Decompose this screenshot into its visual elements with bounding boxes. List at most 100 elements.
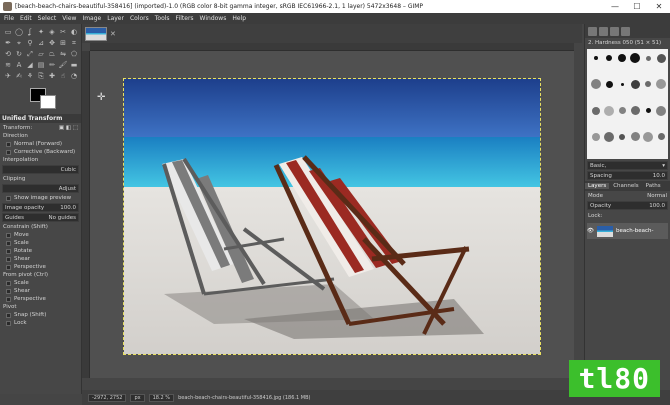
brush-item[interactable] [629, 78, 641, 90]
brush-item[interactable] [603, 78, 615, 90]
ink-icon[interactable]: ✍ [14, 71, 24, 81]
foreground-select-icon[interactable]: ◐ [69, 27, 79, 37]
flip-icon[interactable]: ⇋ [58, 49, 68, 59]
clone-icon[interactable]: ⎘ [36, 71, 46, 81]
interpolation-select[interactable]: Cubic [2, 165, 79, 174]
eraser-icon[interactable]: ▬ [69, 60, 79, 70]
brush-item[interactable] [603, 131, 615, 143]
mypaint-brush-icon[interactable]: ⚘ [25, 71, 35, 81]
guides-select[interactable]: Guides No guides [2, 213, 79, 222]
brush-item[interactable] [642, 105, 654, 117]
brush-preset-select[interactable]: Basic, ▾ [587, 161, 668, 170]
pivot-scale-checkbox[interactable]: Scale [0, 279, 81, 287]
color-select-icon[interactable]: ◈ [47, 27, 57, 37]
free-select-icon[interactable]: ʆ [25, 27, 35, 37]
fuzzy-select-icon[interactable]: ✦ [36, 27, 46, 37]
close-tab-icon[interactable]: ✕ [110, 30, 116, 38]
zoom-select[interactable]: 18.2 % [148, 393, 175, 402]
direction-corrective-radio[interactable]: Corrective (Backward) [0, 148, 81, 156]
move-icon[interactable]: ✥ [47, 38, 57, 48]
brush-item[interactable] [655, 105, 667, 117]
align-icon[interactable]: ⊞ [58, 38, 68, 48]
document-history-tab-icon[interactable] [621, 26, 630, 36]
pencil-icon[interactable]: ✏ [47, 60, 57, 70]
menu-filters[interactable]: Filters [176, 15, 194, 22]
constrain-perspective-checkbox[interactable]: Perspective [0, 263, 81, 271]
menu-colors[interactable]: Colors [130, 15, 149, 22]
gradient-icon[interactable]: ▤ [36, 60, 46, 70]
brush-item[interactable] [629, 131, 641, 143]
text-icon[interactable]: A [14, 60, 24, 70]
transform-mode-icons[interactable]: ▣ ◧ ⬚ [59, 125, 78, 131]
brush-item[interactable] [616, 105, 628, 117]
opacity-slider[interactable]: Opacity 100.0 [587, 201, 668, 210]
unified-transform-icon[interactable]: ⟲ [3, 49, 13, 59]
smudge-icon[interactable]: ☝ [58, 71, 68, 81]
brush-item[interactable] [655, 52, 667, 64]
brush-item[interactable] [642, 52, 654, 64]
pivot-shear-checkbox[interactable]: Shear [0, 287, 81, 295]
paintbrush-icon[interactable]: 🖌 [58, 60, 68, 70]
unit-select[interactable]: px [130, 393, 145, 402]
bucket-fill-icon[interactable]: ◢ [25, 60, 35, 70]
pivot-perspective-checkbox[interactable]: Perspective [0, 295, 81, 303]
beach-chairs-image[interactable] [123, 78, 541, 355]
heal-icon[interactable]: ✚ [47, 71, 57, 81]
spacing-slider[interactable]: Spacing 10.0 [587, 171, 668, 180]
image-tab-thumbnail[interactable] [85, 26, 107, 41]
brush-item[interactable] [655, 78, 667, 90]
warp-icon[interactable]: ≋ [3, 60, 13, 70]
lock-checkbox[interactable]: Lock [0, 319, 81, 327]
constrain-scale-checkbox[interactable]: Scale [0, 239, 81, 247]
menu-layer[interactable]: Layer [107, 15, 124, 22]
color-picker-icon[interactable]: ⌖ [14, 38, 24, 48]
layer-item[interactable]: 👁 beach-beach- [587, 223, 668, 239]
constrain-rotate-checkbox[interactable]: Rotate [0, 247, 81, 255]
brush-item[interactable] [616, 131, 628, 143]
clipping-select[interactable]: Adjust [2, 184, 79, 193]
fonts-tab-icon[interactable] [610, 26, 619, 36]
brush-item[interactable] [642, 78, 654, 90]
menu-file[interactable]: File [4, 15, 14, 22]
dodge-burn-icon[interactable]: ◔ [69, 71, 79, 81]
tab-paths[interactable]: Paths [643, 183, 664, 189]
background-color-swatch[interactable] [40, 95, 56, 109]
horizontal-ruler[interactable] [90, 43, 574, 51]
constrain-shear-checkbox[interactable]: Shear [0, 255, 81, 263]
scissors-icon[interactable]: ✂ [58, 27, 68, 37]
perspective-icon[interactable]: ⏢ [47, 49, 57, 59]
maximize-button[interactable]: ☐ [626, 2, 648, 11]
brush-item[interactable] [629, 105, 641, 117]
brush-item[interactable] [590, 105, 602, 117]
tab-layers[interactable]: Layers [585, 183, 610, 189]
show-preview-checkbox[interactable]: Show image preview [0, 194, 81, 202]
paths-icon[interactable]: ✒ [3, 38, 13, 48]
menu-help[interactable]: Help [232, 15, 246, 22]
brush-item[interactable] [655, 131, 667, 143]
rect-select-icon[interactable]: ▭ [3, 27, 13, 37]
menu-tools[interactable]: Tools [155, 15, 170, 22]
crop-icon[interactable]: ⌗ [69, 38, 79, 48]
scale-icon[interactable]: ⤢ [25, 49, 35, 59]
brush-item[interactable] [616, 52, 628, 64]
image-opacity-slider[interactable]: Image opacity 100.0 [2, 203, 79, 212]
direction-normal-radio[interactable]: Normal (Forward) [0, 140, 81, 148]
rotate-icon[interactable]: ↻ [14, 49, 24, 59]
brush-item[interactable] [590, 131, 602, 143]
measure-icon[interactable]: ⊿ [36, 38, 46, 48]
brush-item[interactable] [603, 52, 615, 64]
snap-checkbox[interactable]: Snap (Shift) [0, 311, 81, 319]
brush-item[interactable] [590, 52, 602, 64]
constrain-move-checkbox[interactable]: Move [0, 231, 81, 239]
ellipse-select-icon[interactable]: ◯ [14, 27, 24, 37]
brush-item[interactable] [616, 78, 628, 90]
brush-item[interactable] [590, 78, 602, 90]
brush-grid[interactable] [587, 49, 668, 159]
menu-windows[interactable]: Windows [200, 15, 227, 22]
patterns-tab-icon[interactable] [599, 26, 608, 36]
brushes-tab-icon[interactable] [588, 26, 597, 36]
airbrush-icon[interactable]: ✈ [3, 71, 13, 81]
menu-image[interactable]: Image [82, 15, 101, 22]
brush-item[interactable] [642, 131, 654, 143]
brush-item[interactable] [603, 105, 615, 117]
